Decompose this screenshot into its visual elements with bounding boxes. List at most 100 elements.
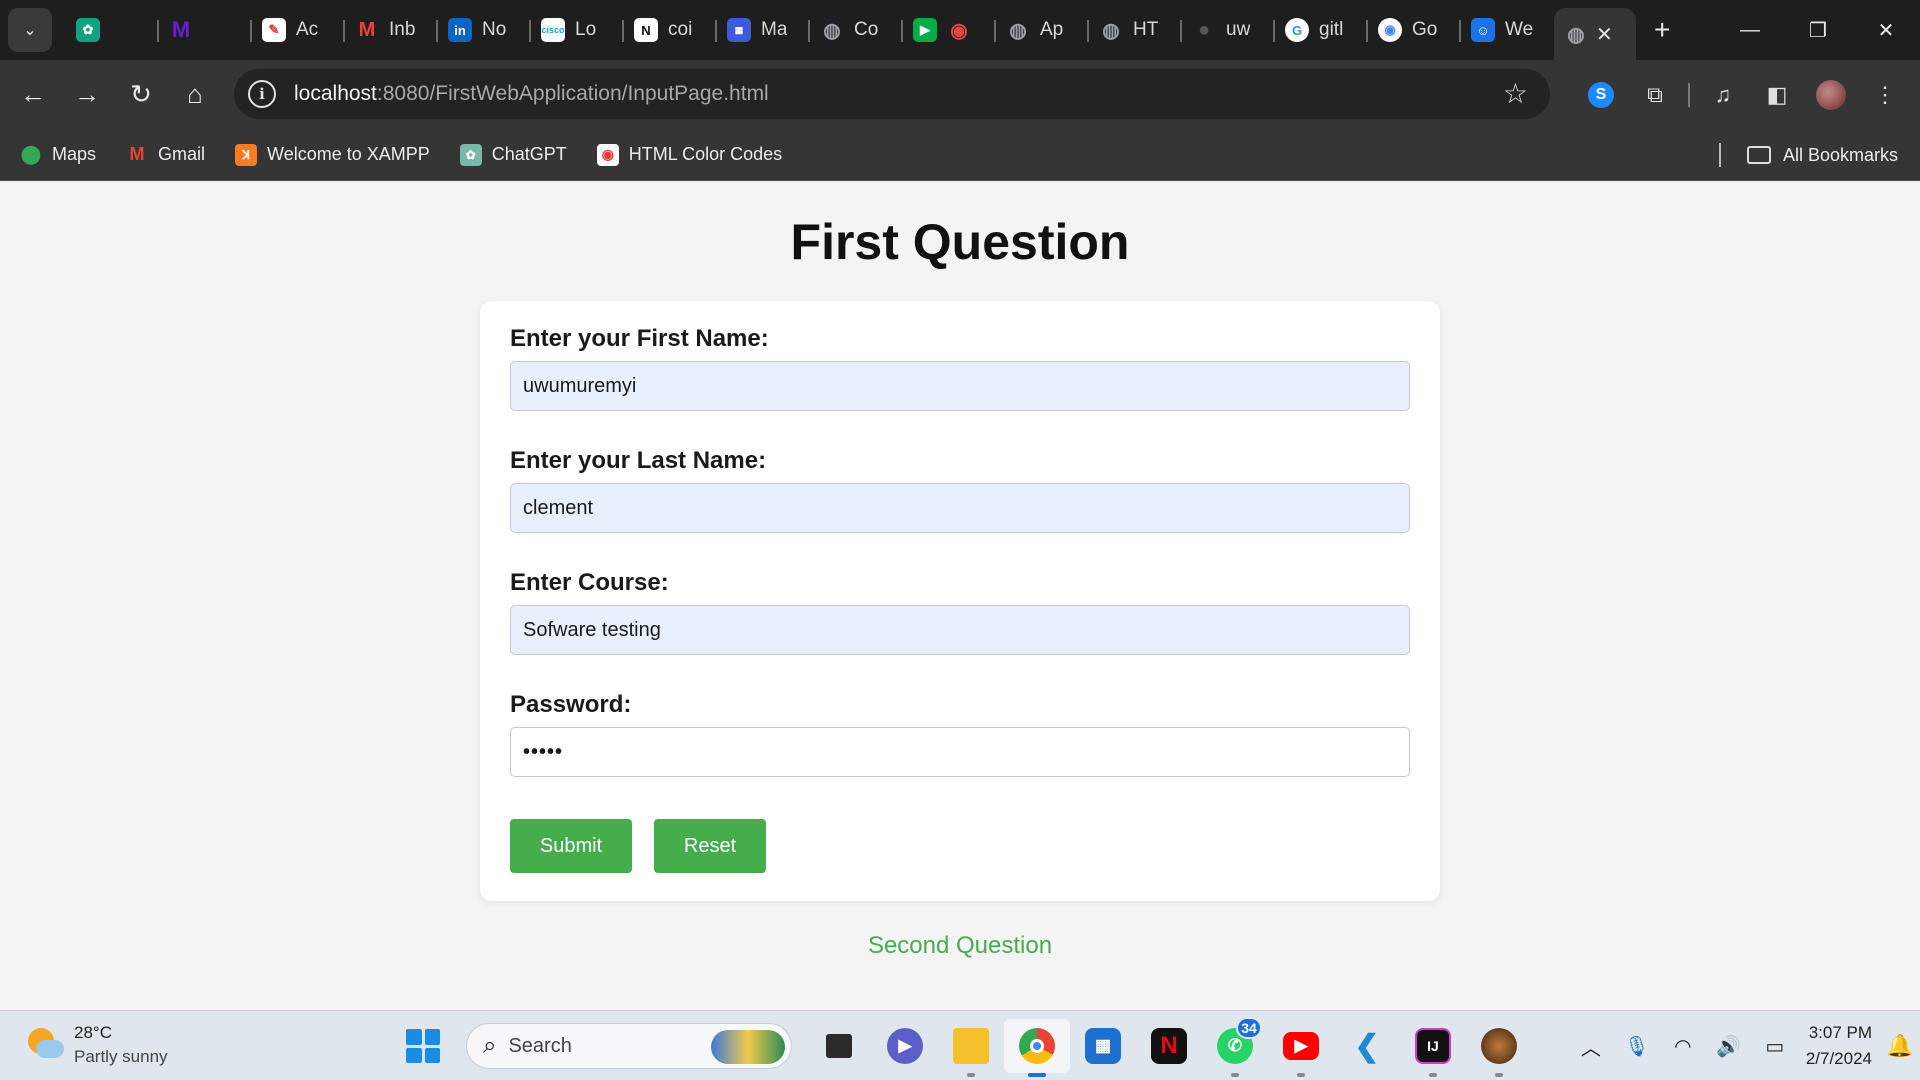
tab-globe-ap[interactable]: ◍ Ap [996, 6, 1089, 54]
clock[interactable]: 3:07 PM 2/7/2024 [1806, 1020, 1872, 1072]
arrow-left-icon: ← [20, 79, 46, 109]
tab-notion[interactable]: Ncoi [624, 6, 717, 54]
extension-area: S ⧉ ♫ ◧ ⋮ [1574, 60, 1912, 129]
file-explorer-button[interactable] [938, 1019, 1004, 1077]
microphone-icon[interactable]: 🎙 [1614, 1026, 1660, 1066]
taskbar-search[interactable]: ⌕ Search [466, 1023, 792, 1069]
gmail-icon: M [355, 18, 379, 42]
home-button[interactable]: ⌂ [168, 68, 222, 122]
all-bookmarks-button[interactable]: All Bookmarks [1718, 129, 1898, 181]
google-lens-icon: ◉ [1378, 18, 1402, 42]
taskbar-apps: ⌕ Search ▶ ▦ N ✆ 34 ▶ ❮ IJ [406, 1017, 1532, 1077]
youtube-button[interactable]: ▶ [1268, 1019, 1334, 1077]
reset-button[interactable]: Reset [654, 819, 766, 873]
recording-icon: ◉ [947, 18, 971, 42]
avatar [1816, 79, 1846, 110]
tab-title: Inb [389, 19, 416, 40]
tab-acrobat[interactable]: ✎ Ac [252, 6, 345, 54]
tab-gmail[interactable]: M Inb [345, 6, 438, 54]
tab-title: HT [1133, 19, 1159, 40]
teams-chat-button[interactable]: ▶ [872, 1019, 938, 1073]
game-app-button[interactable] [1466, 1019, 1532, 1077]
wifi-icon[interactable]: ◠ [1660, 1026, 1706, 1066]
bookmark-chatgpt[interactable]: ✿ ChatGPT [459, 143, 567, 166]
menu-button[interactable]: ⋮ [1858, 68, 1912, 122]
game-logo-icon [1481, 1028, 1517, 1064]
bookmark-star-icon[interactable]: ☆ [1503, 77, 1528, 110]
arrow-right-icon: → [74, 79, 100, 109]
submit-button[interactable]: Submit [510, 819, 632, 873]
tab-search-button[interactable]: ⌄ [8, 8, 52, 52]
tab-globe-ht[interactable]: ◍ HT [1089, 6, 1182, 54]
home-icon: ⌂ [187, 79, 203, 109]
first-name-input[interactable]: uwumuremyi [510, 361, 1410, 411]
whatsapp-button[interactable]: ✆ 34 [1202, 1017, 1268, 1077]
shazam-extension[interactable]: S [1574, 68, 1628, 122]
intellij-button[interactable]: IJ [1400, 1019, 1466, 1077]
second-question-link[interactable]: Second Question [0, 932, 1920, 960]
reload-button[interactable]: ↻ [114, 68, 168, 122]
weather-temperature: 28°C [74, 1023, 112, 1042]
first-name-label: Enter your First Name: [510, 325, 769, 352]
tab-linkedin[interactable]: in No [438, 6, 531, 54]
microsoft-store-button[interactable]: ▦ [1070, 1019, 1136, 1073]
vscode-button[interactable]: ❮ [1334, 1019, 1400, 1073]
site-info-icon[interactable]: i [248, 80, 276, 108]
chevron-up-icon[interactable]: ︿ [1568, 1026, 1614, 1066]
password-input[interactable]: ••••• [510, 727, 1410, 777]
page-title: First Question [790, 214, 1130, 270]
bookmark-html-color-codes[interactable]: ◉ HTML Color Codes [596, 143, 782, 166]
chrome-button[interactable] [1004, 1019, 1070, 1077]
windows-start-icon[interactable] [406, 1029, 440, 1063]
tab-title: We [1505, 19, 1534, 40]
battery-icon[interactable]: ▭ [1752, 1026, 1798, 1066]
running-indicator [1495, 1073, 1503, 1077]
url-path: :8080/FirstWebApplication/InputPage.html [376, 82, 769, 105]
profile-button[interactable] [1804, 68, 1858, 122]
tab-contact[interactable]: ☺ We [1461, 6, 1554, 54]
course-input[interactable]: Sofware testing [510, 605, 1410, 655]
tab-title: Ap [1040, 19, 1064, 40]
extensions-button[interactable]: ⧉ [1628, 68, 1682, 122]
tab-m[interactable]: M [159, 6, 252, 54]
bookmark-gmail[interactable]: M Gmail [126, 143, 205, 166]
tab-cisco[interactable]: cisco Lo [531, 6, 624, 54]
bookmark-maps[interactable]: ⬤ Maps [20, 143, 96, 166]
tab-meet[interactable]: ▶ ◉ [903, 6, 996, 54]
bookmark-xampp[interactable]: ꓘ Welcome to XAMPP [235, 143, 430, 166]
netflix-button[interactable]: N [1136, 1019, 1202, 1073]
forward-button[interactable]: → [60, 68, 114, 122]
url-host: localhost [294, 82, 377, 105]
url-text[interactable]: localhost:8080/FirstWebApplication/Input… [294, 82, 769, 106]
password-label: Password: [510, 691, 632, 718]
more-vertical-icon: ⋮ [1874, 81, 1896, 107]
address-bar[interactable]: i localhost:8080/FirstWebApplication/Inp… [234, 69, 1550, 119]
web-page: First Question Enter your First Name: uw… [0, 182, 1920, 1010]
last-name-input[interactable]: clement [510, 483, 1410, 533]
tab-active[interactable]: ◍ ✕ [1554, 8, 1636, 60]
running-indicator [1231, 1073, 1239, 1077]
tab-calendar[interactable]: ▦ Ma [717, 6, 810, 54]
minimize-icon[interactable]: — [1716, 0, 1784, 60]
tab-chatgpt[interactable]: ✿ [66, 6, 159, 54]
tab-google[interactable]: Ggitl [1275, 6, 1368, 54]
taskbar: 28°C Partly sunny ⌕ Search ▶ ▦ N ✆ 34 ▶ ❮… [0, 1010, 1920, 1080]
notification-bell-icon[interactable]: 🔔 [1880, 1033, 1920, 1059]
tab-globe-co[interactable]: ◍ Co [810, 6, 903, 54]
back-button[interactable]: ← [6, 68, 60, 122]
weather-widget[interactable]: 28°C Partly sunny [28, 1021, 168, 1069]
task-view-button[interactable] [806, 1019, 872, 1073]
tab-github[interactable]: ● uw [1182, 6, 1275, 54]
side-panel-button[interactable]: ◧ [1750, 68, 1804, 122]
media-control-button[interactable]: ♫ [1696, 68, 1750, 122]
new-tab-button[interactable]: + [1654, 14, 1670, 46]
tab-title: Lo [575, 19, 597, 40]
restore-icon[interactable]: ❐ [1784, 0, 1852, 60]
volume-icon[interactable]: 🔊 [1706, 1026, 1752, 1066]
tab-title: Co [854, 19, 879, 40]
close-icon[interactable]: ✕ [1596, 22, 1613, 47]
tab-google-lens[interactable]: ◉ Go [1368, 6, 1461, 54]
tab-title: Ma [761, 19, 788, 40]
close-window-icon[interactable]: ✕ [1852, 0, 1920, 60]
partly-sunny-icon [28, 1028, 64, 1062]
